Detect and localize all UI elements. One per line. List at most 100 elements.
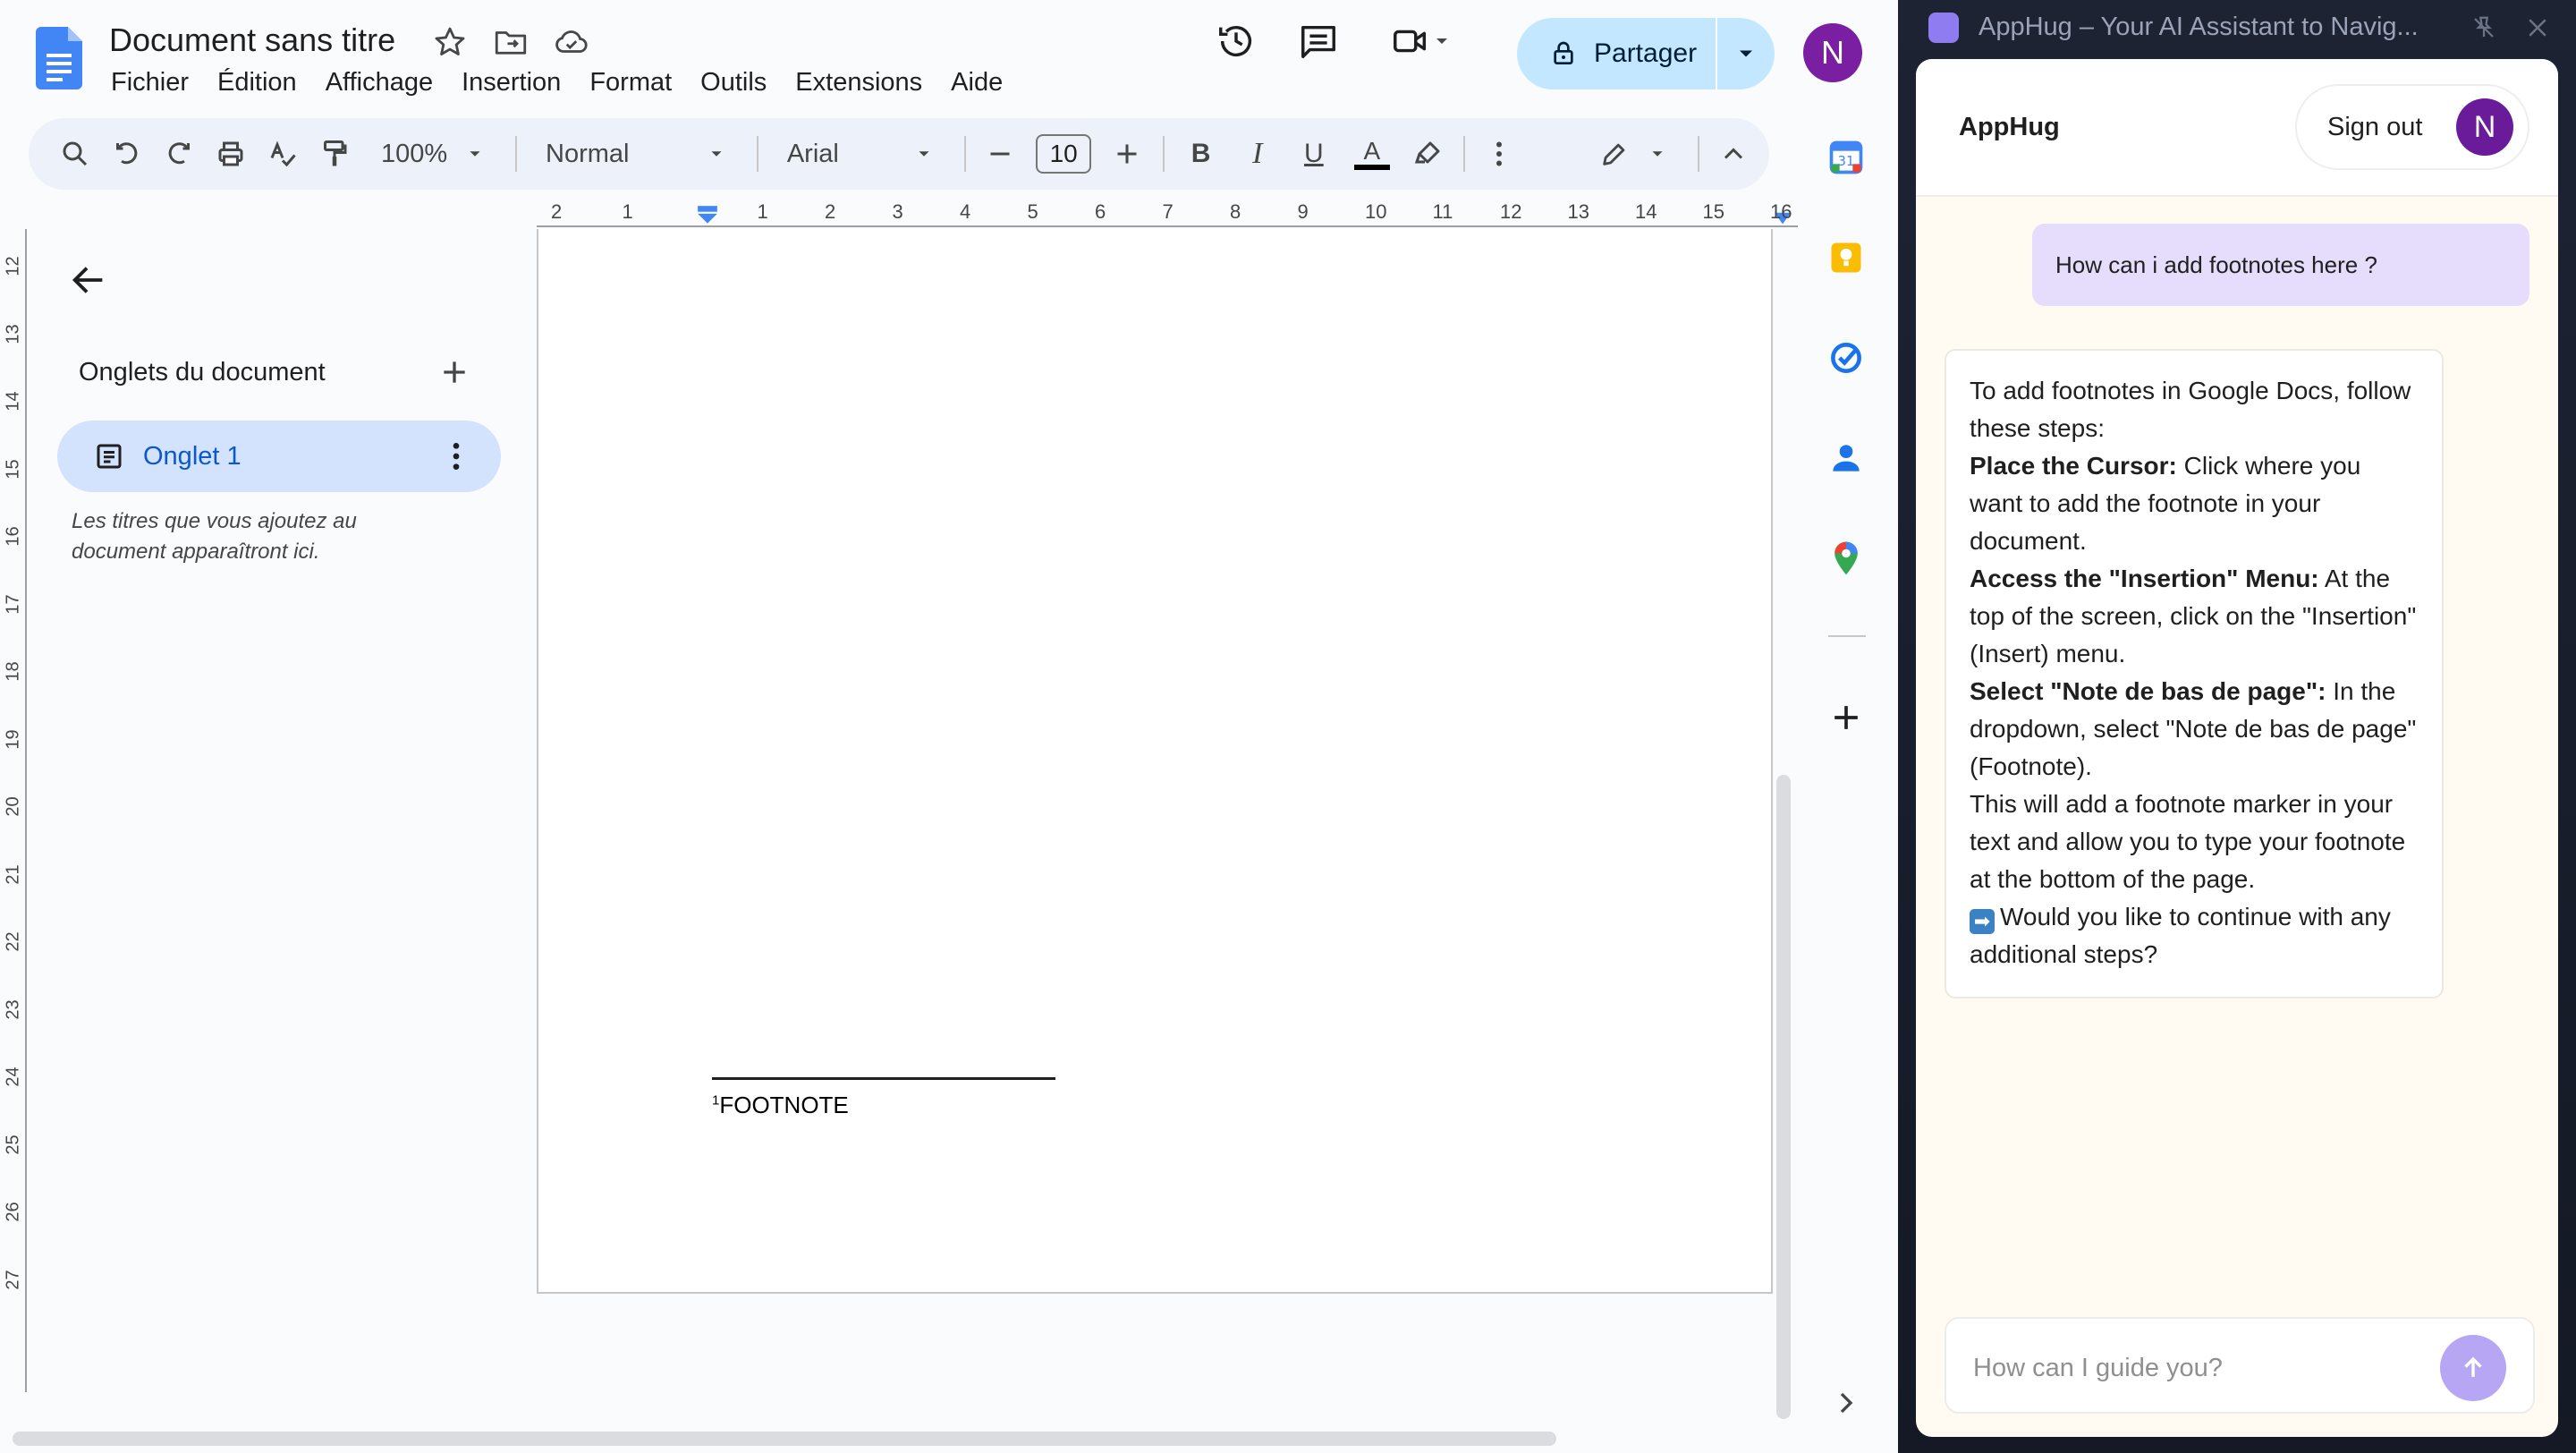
- ruler-number: 9: [1297, 200, 1309, 223]
- arrow-up-icon: [2464, 1356, 2482, 1377]
- editing-mode-select[interactable]: [1589, 129, 1678, 179]
- menu-outils[interactable]: Outils: [686, 64, 781, 100]
- unpin-icon[interactable]: [2470, 14, 2497, 41]
- vertical-scrollbar[interactable]: [1776, 775, 1791, 1419]
- menu-format[interactable]: Format: [575, 64, 686, 100]
- zoom-value: 100%: [381, 139, 448, 168]
- horizontal-ruler[interactable]: 2 1 1 2 3 4 5 6 7 8 9 10 11 12 13 14 15 16: [537, 197, 1798, 229]
- ruler-number: 18: [3, 661, 23, 682]
- bold-button[interactable]: B: [1182, 129, 1219, 179]
- menu-aide[interactable]: Aide: [936, 64, 1017, 100]
- increase-font-size-button[interactable]: [1111, 129, 1143, 179]
- text-color-button[interactable]: A: [1352, 129, 1392, 179]
- toolbar-divider: [515, 136, 518, 172]
- document-page[interactable]: 1FOOTNOTE: [537, 229, 1773, 1294]
- docs-logo-icon[interactable]: [36, 27, 82, 89]
- toolbar-divider: [756, 136, 758, 172]
- tasks-icon[interactable]: [1826, 338, 1866, 378]
- print-button[interactable]: [215, 129, 247, 179]
- redo-button[interactable]: [163, 129, 195, 179]
- decrease-font-size-button[interactable]: [984, 129, 1016, 179]
- undo-button[interactable]: [111, 129, 143, 179]
- menu-fichier[interactable]: Fichier: [109, 64, 203, 100]
- vertical-ruler[interactable]: 12 13 14 15 16 17 18 19 20 21 22 23 24 25 26 27: [0, 229, 27, 1392]
- text-color-swatch: [1353, 165, 1390, 170]
- paragraph-style-select[interactable]: Normal: [535, 129, 737, 179]
- apphug-avatar: N: [2456, 98, 2513, 156]
- minus-icon: [990, 152, 1010, 156]
- cloud-saved-icon[interactable]: [553, 23, 590, 61]
- apphug-panel: AppHug Sign out N How can i add footnote…: [1916, 59, 2558, 1437]
- star-icon[interactable]: [431, 23, 469, 61]
- bot-step-3: Select "Note de bas de page": In the dro…: [1970, 673, 2420, 786]
- chevron-up-icon: [1724, 148, 1743, 159]
- contacts-icon[interactable]: [1826, 438, 1866, 478]
- close-icon[interactable]: [2524, 14, 2551, 41]
- bot-question: ➡ Would you like to continue with any add…: [1970, 898, 2420, 973]
- footnote[interactable]: 1FOOTNOTE: [712, 1092, 849, 1119]
- highlight-color-button[interactable]: [1411, 129, 1444, 179]
- show-side-panel-chevron-icon[interactable]: [1828, 1385, 1864, 1421]
- menu-insertion[interactable]: Insertion: [447, 64, 575, 100]
- menu-extensions[interactable]: Extensions: [781, 64, 936, 100]
- document-title[interactable]: Document sans titre: [109, 21, 395, 59]
- share-button[interactable]: Partager: [1517, 18, 1716, 89]
- keep-icon[interactable]: [1826, 238, 1866, 277]
- search-menus-button[interactable]: [59, 129, 91, 179]
- more-vertical-icon[interactable]: [438, 438, 474, 474]
- bot-intro: To add footnotes in Google Docs, follow …: [1970, 377, 2411, 442]
- apphug-app-icon: [1928, 13, 1959, 43]
- apphug-window: AppHug – Your AI Assistant to Navig... A…: [1898, 0, 2576, 1453]
- ruler-number: 15: [3, 458, 23, 480]
- font-size-input[interactable]: 10: [1036, 134, 1092, 174]
- get-addons-plus-icon[interactable]: [1826, 698, 1866, 737]
- apphug-titlebar[interactable]: AppHug – Your AI Assistant to Navig...: [1898, 0, 2576, 57]
- send-button[interactable]: [2440, 1335, 2506, 1401]
- comments-button[interactable]: [1293, 16, 1343, 66]
- maps-icon[interactable]: [1826, 539, 1866, 578]
- add-tab-plus-icon[interactable]: [436, 354, 472, 390]
- svg-text:31: 31: [1838, 154, 1855, 169]
- chevron-down-icon: [1436, 38, 1447, 44]
- caret-down-icon: [1740, 50, 1752, 57]
- hide-menus-button[interactable]: [1717, 129, 1750, 179]
- ruler-number: 12: [1500, 200, 1522, 223]
- top-actions: [1211, 16, 1462, 66]
- bot-step-1-title: Place the Cursor:: [1970, 452, 2177, 480]
- zoom-select[interactable]: 100%: [370, 129, 496, 179]
- italic-button[interactable]: I: [1239, 129, 1275, 179]
- print-icon: [218, 141, 243, 166]
- chat-input[interactable]: [1973, 1346, 2438, 1390]
- spellcheck-button[interactable]: [267, 129, 299, 179]
- menu-affichage[interactable]: Affichage: [311, 64, 447, 100]
- document-tab-1[interactable]: Onglet 1: [57, 421, 501, 492]
- ruler-number: 8: [1230, 200, 1241, 223]
- horizontal-scrollbar[interactable]: [13, 1432, 1556, 1446]
- chevron-down-icon: [470, 151, 480, 157]
- chevron-down-icon: [919, 151, 929, 157]
- meet-button[interactable]: [1381, 16, 1462, 66]
- ruler-number: 1: [757, 200, 768, 223]
- undo-icon: [116, 142, 138, 165]
- paint-format-button[interactable]: [318, 129, 351, 179]
- move-to-folder-icon[interactable]: [492, 23, 530, 61]
- sign-out-label: Sign out: [2327, 112, 2423, 141]
- ruler-number: 10: [1365, 200, 1387, 223]
- title-icons: [431, 23, 590, 61]
- ruler-number: 26: [3, 1202, 23, 1222]
- ruler-number: 27: [3, 1269, 23, 1290]
- account-avatar[interactable]: N: [1803, 23, 1862, 82]
- share-options-button[interactable]: [1717, 41, 1775, 66]
- calendar-icon[interactable]: 31: [1826, 138, 1866, 177]
- close-outline-arrow-icon[interactable]: [68, 259, 109, 301]
- search-icon: [63, 141, 88, 166]
- ruler-number: 21: [3, 863, 23, 885]
- plus-icon: [1117, 144, 1137, 164]
- more-options-button[interactable]: [1483, 129, 1515, 179]
- font-select[interactable]: Arial: [776, 129, 945, 179]
- version-history-button[interactable]: [1211, 16, 1261, 66]
- menu-edition[interactable]: Édition: [203, 64, 311, 100]
- sign-out-button[interactable]: Sign out N: [2295, 84, 2529, 170]
- indent-marker-icon[interactable]: [696, 206, 719, 225]
- underline-button[interactable]: U: [1295, 129, 1332, 179]
